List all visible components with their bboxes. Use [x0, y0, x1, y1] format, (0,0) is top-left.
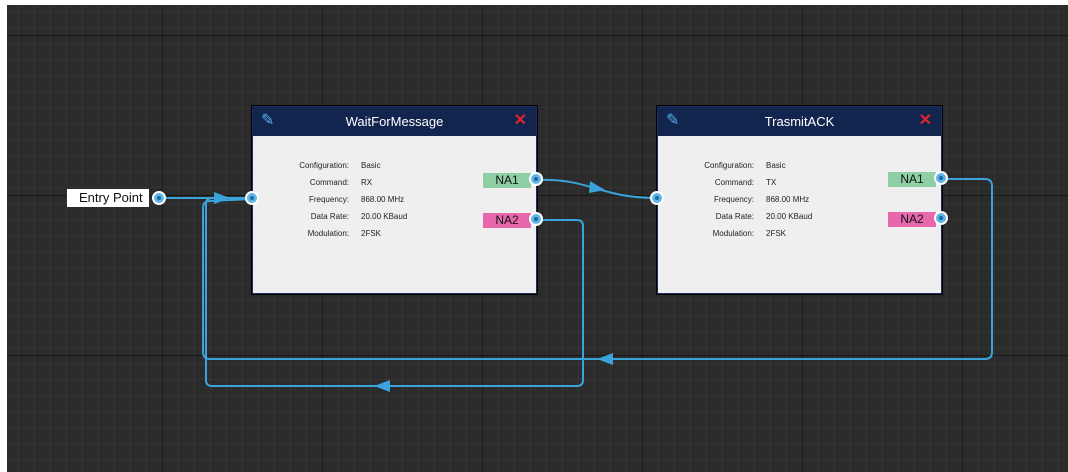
waitformessage-na1-port[interactable] [529, 172, 543, 186]
property-value: 2FSK [766, 229, 787, 238]
property-value: 868.00 MHz [766, 195, 810, 204]
property-value: 2FSK [361, 229, 382, 238]
entry-point-label: Entry Point [67, 189, 149, 207]
property-value: 20.00 KBaud [361, 212, 408, 221]
property-label: Configuration: [299, 161, 349, 170]
output-na2-label: NA2 [483, 213, 531, 228]
node-waitformessage[interactable]: ✎ WaitForMessage ✕ Configuration: Basic … [252, 106, 537, 294]
output-na1-label: NA1 [888, 172, 936, 187]
entry-point-port[interactable] [152, 191, 166, 205]
trasmitack-na1-port[interactable] [934, 171, 948, 185]
property-value: 20.00 KBaud [766, 212, 813, 221]
trasmitack-na2-port[interactable] [934, 211, 948, 225]
property-label: Modulation: [712, 229, 754, 238]
property-label: Data Rate: [310, 212, 349, 221]
waitformessage-input-port[interactable] [245, 191, 259, 205]
property-value: 868.00 MHz [361, 195, 405, 204]
output-na2-label: NA2 [888, 212, 936, 227]
property-value: Basic [766, 161, 786, 170]
property-label: Modulation: [307, 229, 349, 238]
property-label: Frequency: [308, 195, 349, 204]
property-label: Configuration: [704, 161, 754, 170]
close-icon[interactable]: ✕ [919, 111, 932, 131]
property-value: RX [361, 178, 373, 187]
trasmitack-input-port[interactable] [650, 191, 664, 205]
property-label: Data Rate: [715, 212, 754, 221]
output-na1-label: NA1 [483, 173, 531, 188]
waitformessage-na2-port[interactable] [529, 212, 543, 226]
node-title: TrasmitACK [764, 114, 835, 129]
close-icon[interactable]: ✕ [514, 111, 527, 131]
node-trasmitack[interactable]: ✎ TrasmitACK ✕ Configuration: Basic Comm… [657, 106, 942, 294]
property-label: Command: [309, 178, 349, 187]
property-value: TX [766, 178, 777, 187]
property-value: Basic [361, 161, 381, 170]
node-header[interactable]: ✎ TrasmitACK ✕ [658, 107, 941, 136]
node-title: WaitForMessage [345, 114, 444, 129]
property-label: Command: [714, 178, 754, 187]
property-label: Frequency: [713, 195, 754, 204]
node-header[interactable]: ✎ WaitForMessage ✕ [253, 107, 536, 136]
